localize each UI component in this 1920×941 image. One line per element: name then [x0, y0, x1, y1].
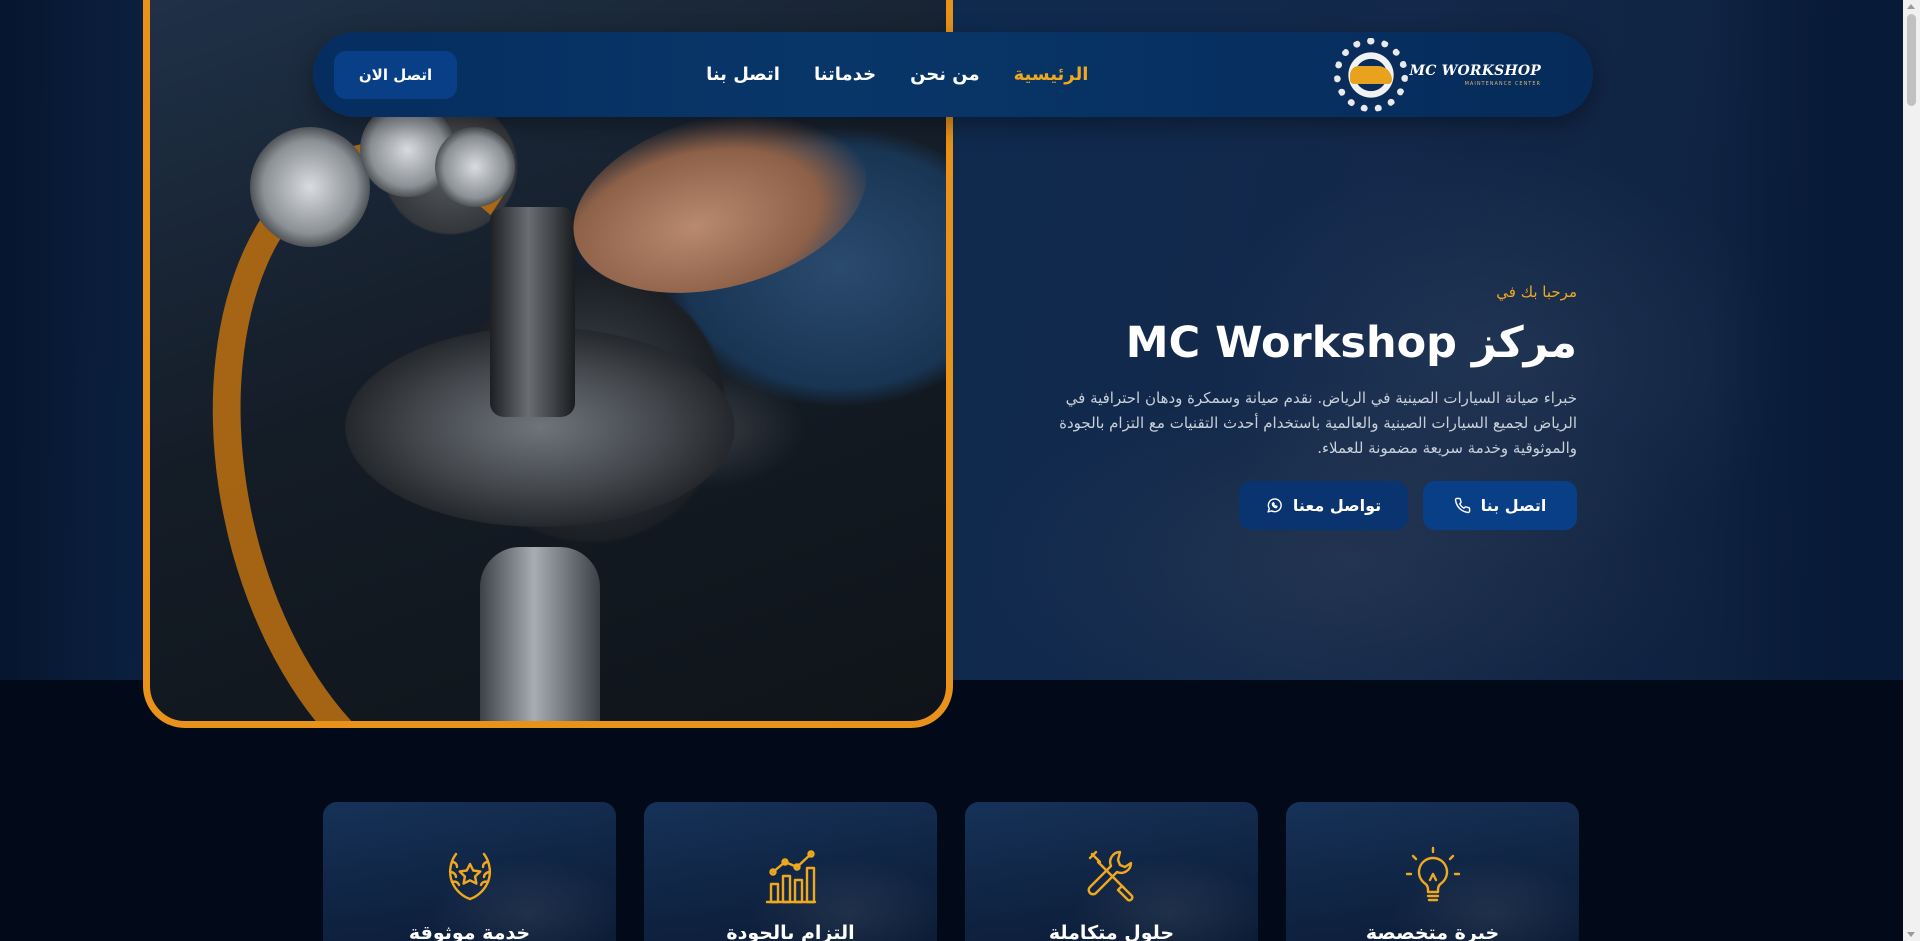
car-icon — [1349, 65, 1392, 84]
call-now-button[interactable]: اتصل الان — [334, 50, 457, 99]
nav-item-contact[interactable]: اتصل بنا — [706, 64, 780, 85]
feature-card: التزام بالجودة — [644, 802, 937, 941]
feature-card: حلول متكاملة — [965, 802, 1258, 941]
lightbulb-icon — [1405, 846, 1460, 902]
feature-card: خبرة متخصصة — [1286, 802, 1579, 941]
call-us-button[interactable]: اتصل بنا — [1423, 481, 1577, 531]
tools-icon — [1087, 850, 1133, 902]
hero-content: مرحبا بك في مركز MC Workshop خبراء صيانة… — [1057, 283, 1577, 531]
bar-chart-icon — [765, 850, 816, 904]
feature-title: خدمة موثوقة — [408, 922, 531, 941]
nav-item-home[interactable]: الرئيسية — [1014, 64, 1089, 85]
engine-hub — [490, 207, 575, 417]
page-scrollbar[interactable] — [1903, 0, 1920, 941]
mechanic-hand — [553, 81, 887, 323]
whatsapp-icon — [1267, 498, 1282, 514]
navbar: MC WORKSHOP MAINTENANCE CENTER الرئيسية … — [313, 32, 1593, 117]
nav-item-about[interactable]: من نحن — [910, 64, 980, 85]
whatsapp-label: تواصل معنا — [1292, 496, 1382, 516]
feature-title: التزام بالجودة — [726, 922, 855, 941]
logo-subtitle: MAINTENANCE CENTER — [1464, 80, 1541, 87]
hero-buttons: اتصل بنا تواصل معنا — [1057, 481, 1577, 531]
feature-title: حلول متكاملة — [1048, 922, 1175, 941]
engine-cap — [480, 547, 600, 721]
hero-title: مركز MC Workshop — [1125, 318, 1577, 368]
feature-card: خدمة موثوقة — [323, 802, 616, 941]
phone-icon — [1454, 498, 1470, 514]
laurel-star-icon — [448, 852, 491, 901]
nav-links: الرئيسية من نحن خدماتنا اتصل بنا — [706, 64, 1088, 85]
hero-background-shade — [0, 0, 150, 680]
feature-cards: خدمة موثوقة التزام بالجودة حلول متكاملة — [323, 802, 1583, 941]
logo-title: MC WORKSHOP — [1409, 62, 1541, 79]
logo-text: MC WORKSHOP MAINTENANCE CENTER — [1410, 63, 1542, 87]
whatsapp-button[interactable]: تواصل معنا — [1239, 481, 1408, 531]
page: MC WORKSHOP MAINTENANCE CENTER الرئيسية … — [0, 0, 1920, 941]
call-us-label: اتصل بنا — [1480, 496, 1547, 516]
engine-gauge — [250, 127, 370, 247]
scrollbar-thumb[interactable] — [1907, 14, 1916, 106]
engine-gauge — [435, 127, 515, 207]
hero-kicker: مرحبا بك في — [1496, 283, 1577, 301]
feature-title: خبرة متخصصة — [1365, 922, 1500, 941]
nav-item-services[interactable]: خدماتنا — [814, 64, 876, 85]
gear-car-logo-icon — [1333, 37, 1408, 112]
hero-description: خبراء صيانة السيارات الصينية في الرياض. … — [1059, 389, 1577, 458]
scroll-down-icon[interactable] — [1907, 932, 1915, 937]
scroll-up-icon[interactable] — [1907, 4, 1915, 9]
site-logo[interactable]: MC WORKSHOP MAINTENANCE CENTER — [1333, 37, 1542, 112]
